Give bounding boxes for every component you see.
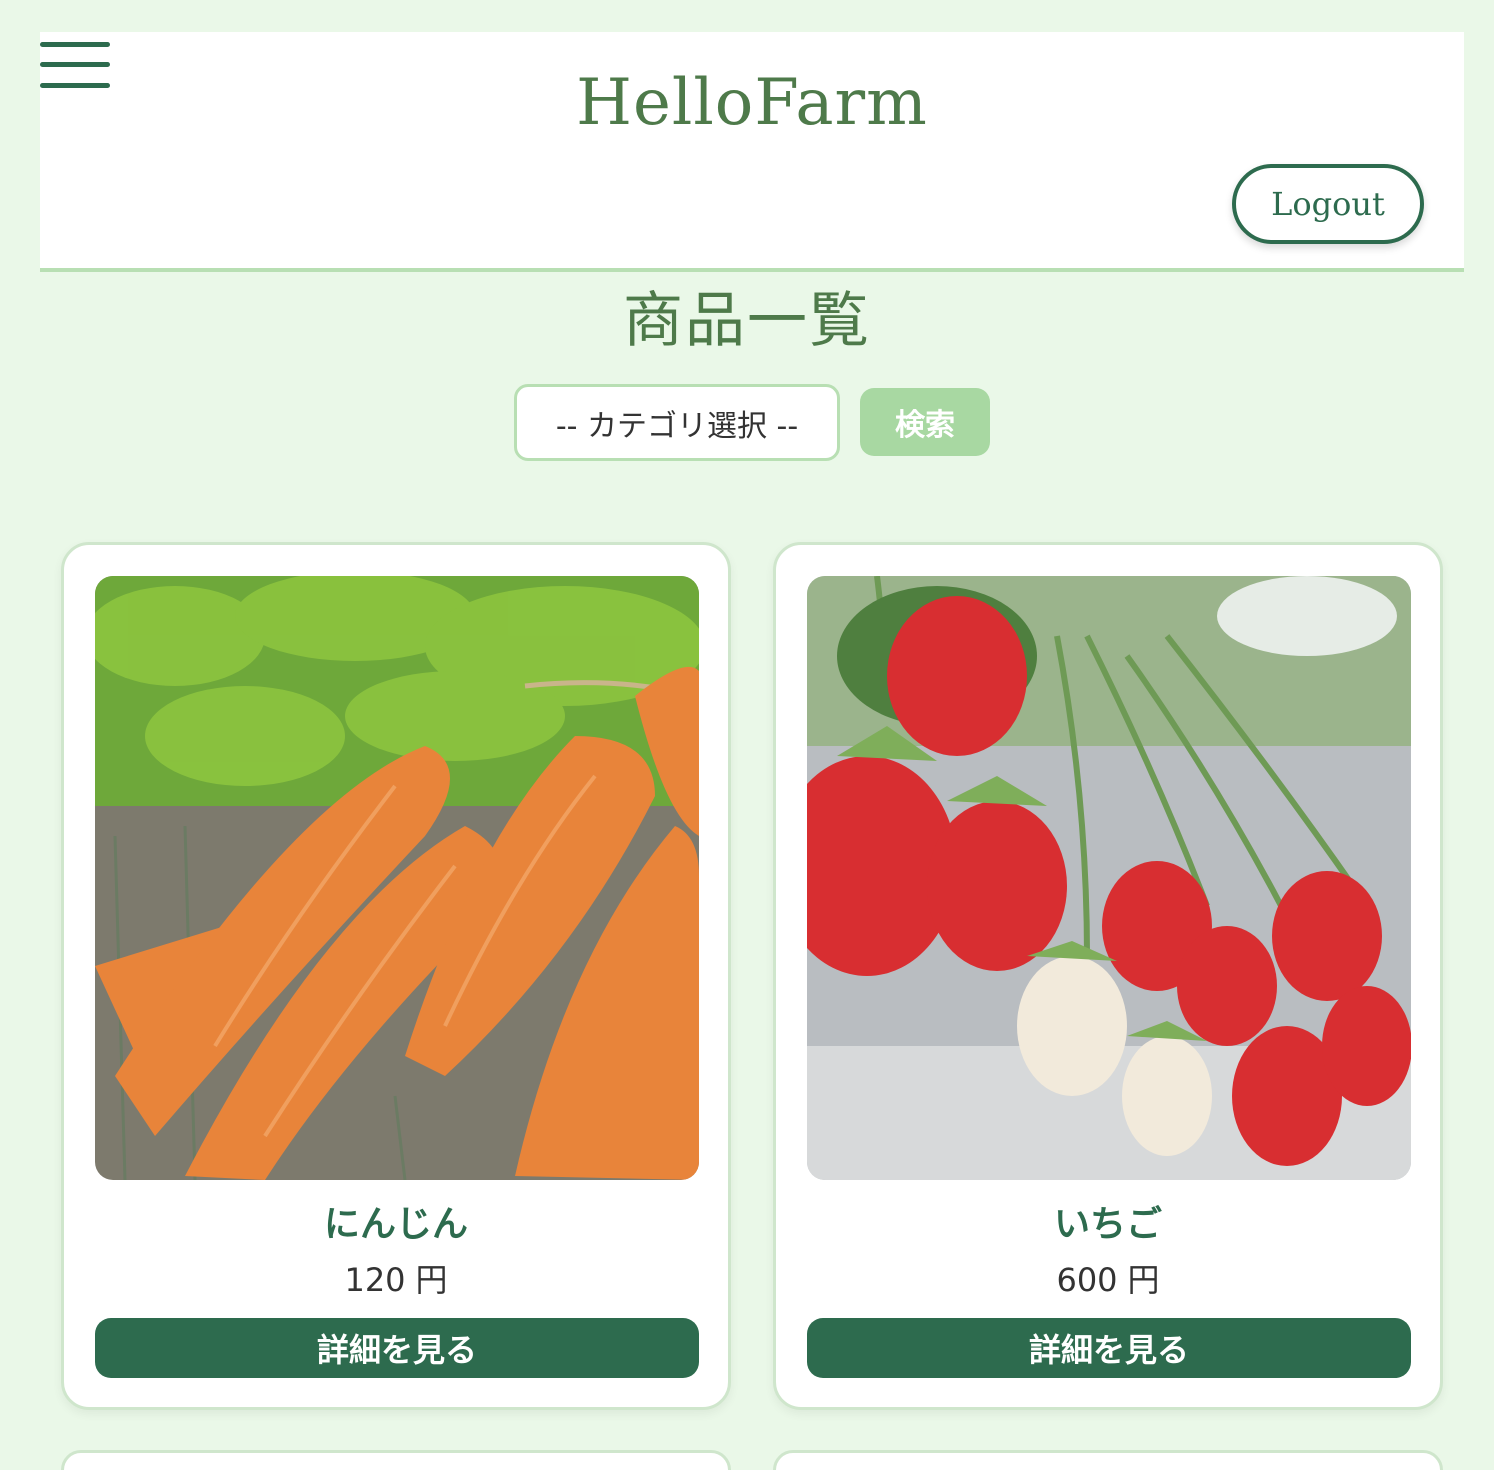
product-name: にんじん bbox=[323, 1204, 468, 1245]
price-unit: 円 bbox=[1127, 1261, 1160, 1299]
price-value: 120 bbox=[344, 1261, 406, 1299]
product-price: 120 円 bbox=[64, 1255, 728, 1301]
product-price: 600 円 bbox=[776, 1255, 1440, 1301]
product-image-carrot[interactable] bbox=[95, 576, 699, 1180]
product-card: いちご 600 円 詳細を見る bbox=[773, 542, 1443, 1410]
search-button[interactable]: 検索 bbox=[860, 388, 990, 456]
product-card-partial bbox=[61, 1450, 731, 1470]
category-select[interactable]: -- カテゴリ選択 -- bbox=[514, 384, 840, 461]
header: HelloFarm Logout bbox=[40, 32, 1464, 272]
view-details-button[interactable]: 詳細を見る bbox=[95, 1318, 699, 1378]
page-title: 商品一覧 bbox=[623, 286, 871, 356]
product-image-strawberry[interactable] bbox=[807, 576, 1411, 1180]
product-card-partial bbox=[773, 1450, 1443, 1470]
page: HelloFarm Logout 商品一覧 -- カテゴリ選択 -- 検索 にん… bbox=[0, 0, 1494, 1470]
price-unit: 円 bbox=[415, 1261, 448, 1299]
product-name: いちご bbox=[1053, 1204, 1162, 1245]
logout-button[interactable]: Logout bbox=[1232, 164, 1424, 244]
product-card: にんじん 120 円 詳細を見る bbox=[61, 542, 731, 1410]
brand-title: HelloFarm bbox=[576, 66, 928, 140]
search-bar: -- カテゴリ選択 -- 検索 bbox=[0, 384, 1494, 462]
price-value: 600 bbox=[1056, 1261, 1118, 1299]
view-details-button[interactable]: 詳細を見る bbox=[807, 1318, 1411, 1378]
